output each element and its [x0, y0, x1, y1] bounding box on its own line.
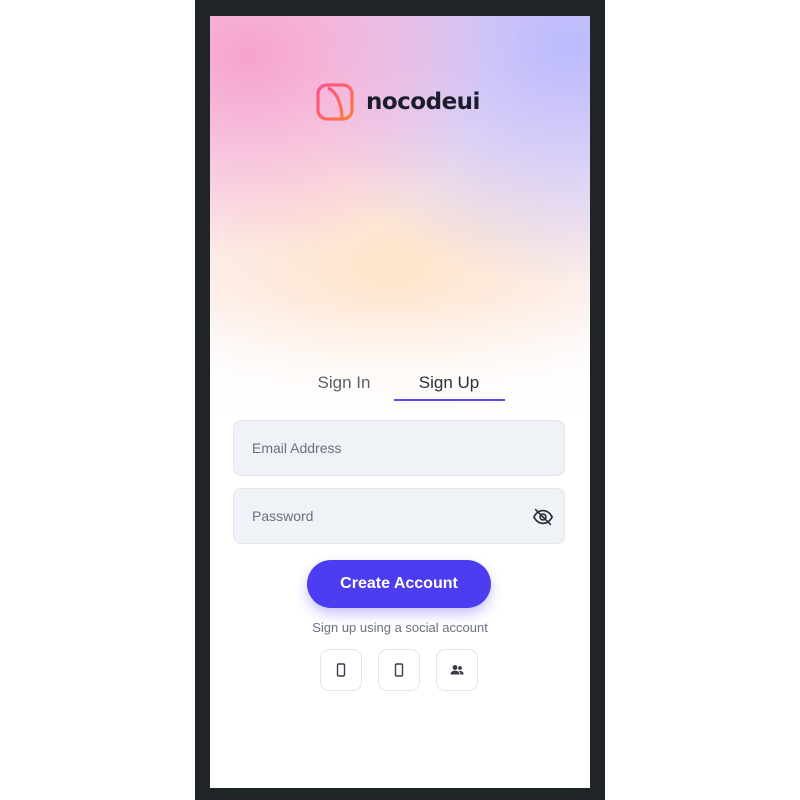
brand-logo: nocodeui — [316, 82, 480, 122]
brand-name: nocodeui — [366, 89, 480, 115]
users-icon — [450, 665, 464, 675]
email-field-container — [233, 420, 565, 476]
tab-sign-up[interactable]: Sign Up — [394, 364, 504, 402]
social-login-button-3[interactable] — [436, 649, 478, 691]
social-signup-caption: Sign up using a social account — [312, 620, 488, 635]
eye-slash-icon[interactable] — [532, 506, 554, 528]
create-account-button[interactable]: Create Account — [307, 560, 491, 608]
logo-mark-icon — [316, 83, 354, 121]
social-login-button-1[interactable] — [320, 649, 362, 691]
mobile-icon — [394, 663, 404, 677]
tab-sign-in[interactable]: Sign In — [304, 364, 384, 402]
active-tab-indicator — [394, 399, 505, 401]
password-field-container — [233, 488, 565, 544]
email-input[interactable] — [252, 440, 546, 456]
mobile-icon — [336, 663, 346, 677]
password-input[interactable] — [252, 508, 546, 524]
app-screen: nocodeui Sign In Sign Up Create Account … — [210, 16, 590, 788]
social-login-button-2[interactable] — [378, 649, 420, 691]
auth-tabs: Sign In Sign Up — [210, 364, 590, 404]
